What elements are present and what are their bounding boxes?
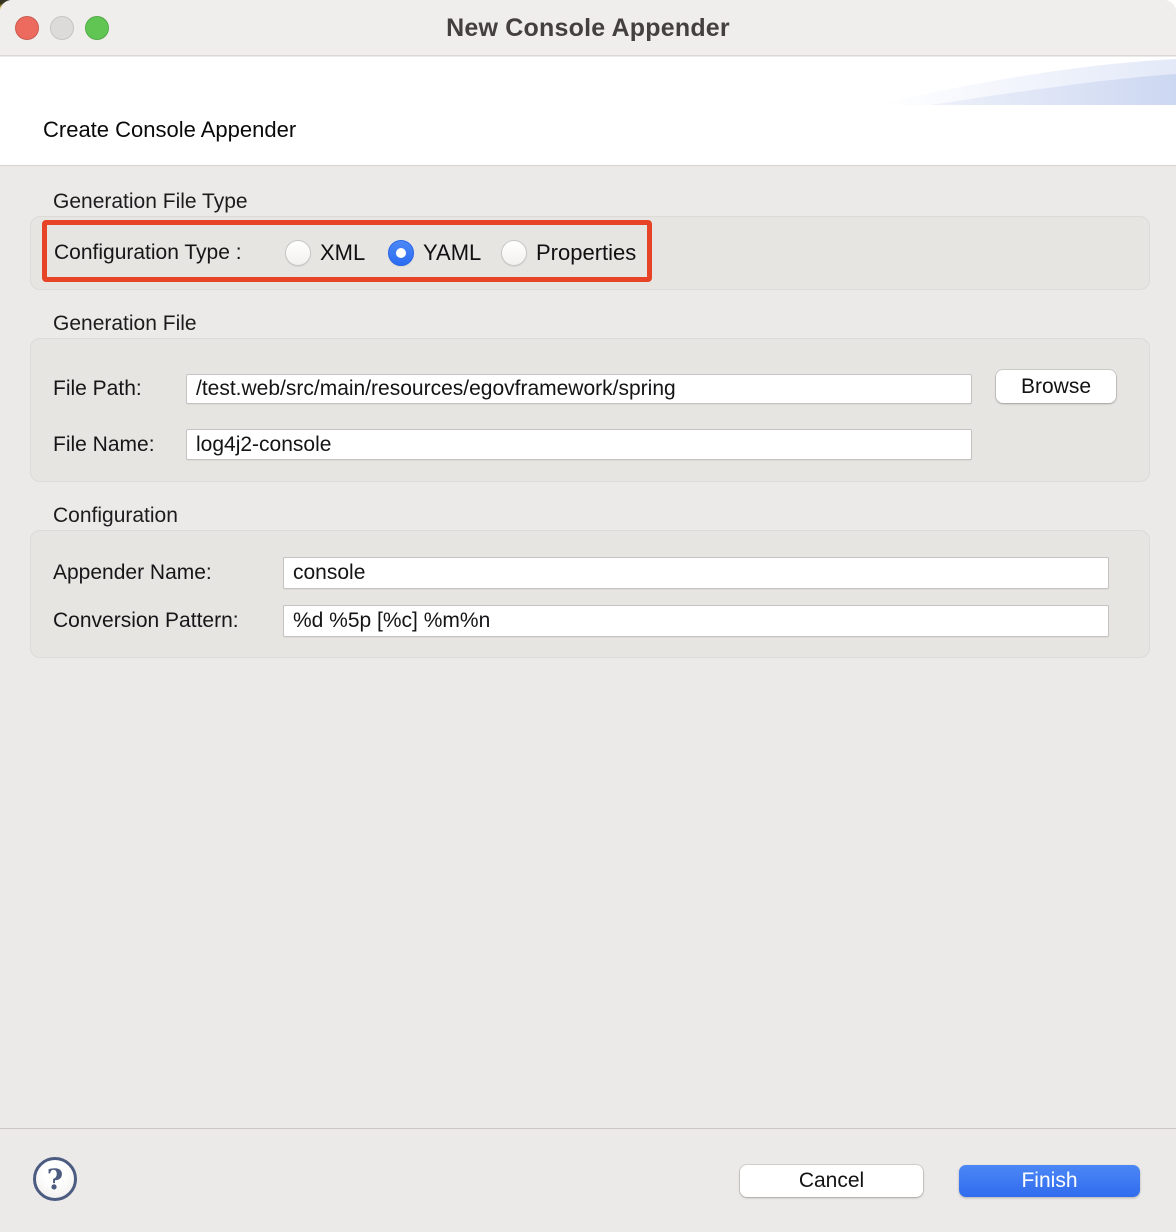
configuration-type-label: Configuration Type : — [54, 217, 242, 289]
radio-button-icon[interactable] — [388, 240, 414, 266]
help-icon[interactable]: ? — [33, 1157, 77, 1201]
file-path-label: File Path: — [53, 374, 142, 404]
footer-divider — [0, 1128, 1176, 1129]
cancel-button[interactable]: Cancel — [740, 1165, 923, 1197]
section-label-configuration: Configuration — [53, 504, 178, 528]
radio-option-xml[interactable]: XML — [285, 217, 365, 289]
radio-option-yaml[interactable]: YAML — [388, 217, 481, 289]
radio-button-icon[interactable] — [285, 240, 311, 266]
configuration-group: Appender Name: Conversion Pattern: — [30, 530, 1150, 658]
radio-option-label: YAML — [423, 240, 481, 266]
radio-option-label: XML — [320, 240, 365, 266]
section-label-generation-file-type: Generation File Type — [53, 190, 248, 214]
minimize-window-icon[interactable] — [50, 16, 74, 40]
window-title: New Console Appender — [0, 0, 1176, 56]
close-window-icon[interactable] — [15, 16, 39, 40]
title-bar: New Console Appender — [0, 0, 1176, 56]
appender-name-label: Appender Name: — [53, 557, 212, 589]
wizard-banner: Create Console Appender — [0, 57, 1176, 166]
banner-swoosh-decoration — [876, 57, 1176, 107]
file-path-input[interactable] — [186, 374, 972, 404]
radio-button-icon[interactable] — [501, 240, 527, 266]
conversion-pattern-input[interactable] — [283, 605, 1109, 637]
finish-button[interactable]: Finish — [959, 1165, 1140, 1197]
file-name-input[interactable] — [186, 429, 972, 460]
browse-button[interactable]: Browse — [996, 370, 1116, 403]
generation-file-type-group: Configuration Type : XML YAML Properties — [30, 216, 1150, 290]
file-name-label: File Name: — [53, 429, 155, 460]
radio-option-properties[interactable]: Properties — [501, 217, 636, 289]
page-title: Create Console Appender — [43, 117, 296, 143]
new-console-appender-dialog: New Console Appender Create Console Appe… — [0, 0, 1176, 1232]
radio-option-label: Properties — [536, 240, 636, 266]
section-label-generation-file: Generation File — [53, 312, 197, 336]
zoom-window-icon[interactable] — [85, 16, 109, 40]
conversion-pattern-label: Conversion Pattern: — [53, 605, 239, 637]
generation-file-group: File Path: Browse File Name: — [30, 338, 1150, 482]
appender-name-input[interactable] — [283, 557, 1109, 589]
